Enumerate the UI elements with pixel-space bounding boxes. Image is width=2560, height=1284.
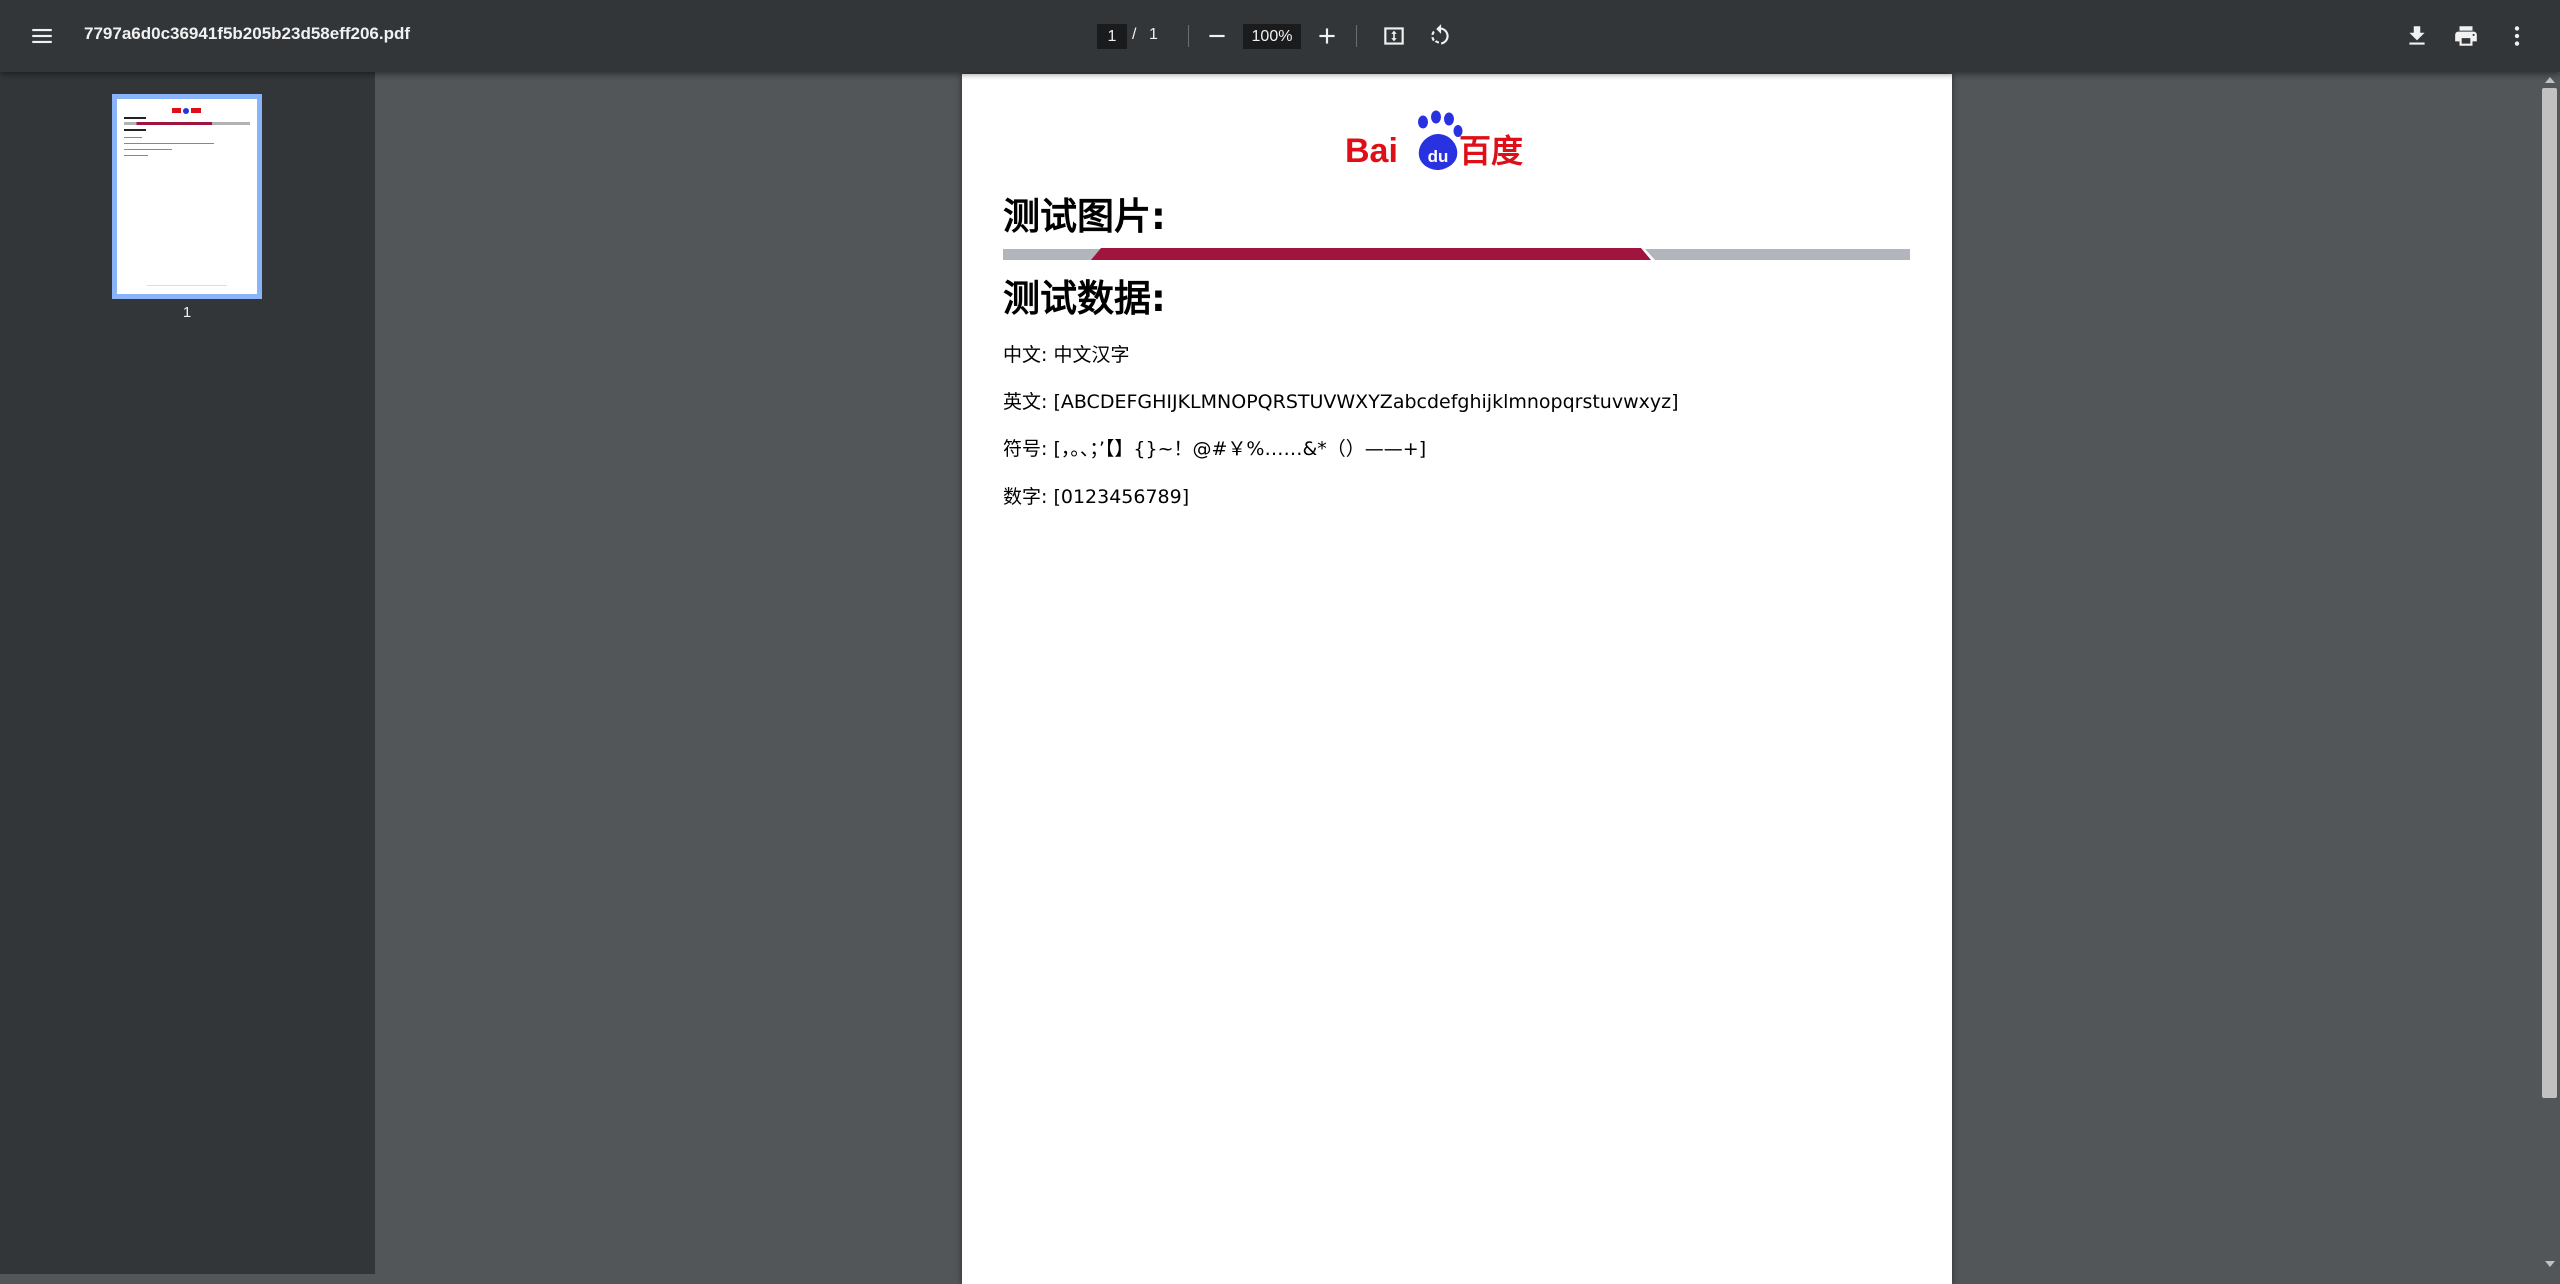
scroll-down-arrow-icon[interactable] bbox=[2544, 1258, 2556, 1270]
scrollbar-thumb[interactable] bbox=[2542, 88, 2557, 1098]
page-number-input[interactable] bbox=[1097, 24, 1127, 49]
plus-icon bbox=[1319, 28, 1335, 44]
text-line-english: 英文: [ABCDEFGHIJKLMNOPQRSTUVWXYZabcdefghi… bbox=[1003, 391, 1679, 413]
download-icon bbox=[2409, 26, 2425, 45]
more-vert-icon bbox=[2514, 26, 2520, 46]
thumbnail-text-line bbox=[124, 155, 148, 156]
more-actions-button[interactable] bbox=[2497, 16, 2537, 56]
logo-chinese-text: 百度 bbox=[1459, 132, 1523, 170]
print-button[interactable] bbox=[2446, 16, 2486, 56]
rotate-counterclockwise-icon bbox=[1431, 24, 1449, 45]
minus-icon bbox=[1209, 34, 1225, 38]
hamburger-menu-icon bbox=[32, 28, 52, 44]
thumbnail-sidebar: 1 bbox=[0, 72, 375, 1274]
thumbnail-divider bbox=[124, 122, 250, 125]
toolbar-divider bbox=[1188, 25, 1189, 47]
print-icon bbox=[2455, 26, 2477, 46]
thumbnail-heading-line bbox=[124, 129, 146, 131]
zoom-level-input[interactable] bbox=[1243, 24, 1301, 49]
menu-button[interactable] bbox=[22, 16, 62, 56]
rotate-button[interactable] bbox=[1420, 16, 1460, 56]
decorative-divider-bar bbox=[1003, 248, 1910, 260]
fit-page-icon bbox=[1384, 27, 1404, 45]
pdf-page: du Bai 百度 测试图片: 测试数据: 中文: 中文汉字 英文: [ABCD… bbox=[962, 74, 1952, 1284]
thumbnail-page-label: 1 bbox=[182, 304, 192, 321]
page-separator: / bbox=[1132, 26, 1137, 43]
scroll-up-arrow-icon[interactable] bbox=[2544, 74, 2556, 86]
pdf-toolbar: 7797a6d0c36941f5b205b23d58eff206.pdf / 1 bbox=[0, 0, 2560, 72]
zoom-in-button[interactable] bbox=[1307, 16, 1347, 56]
text-line-symbols: 符号: [，。、；’【】{}~！@#￥%……&*（）——+] bbox=[1003, 438, 1427, 460]
text-line-chinese: 中文: 中文汉字 bbox=[1003, 344, 1130, 366]
total-pages: 1 bbox=[1149, 26, 1158, 43]
document-viewer[interactable]: du Bai 百度 测试图片: 测试数据: 中文: 中文汉字 英文: [ABCD… bbox=[375, 72, 2560, 1284]
document-title: 7797a6d0c36941f5b205b23d58eff206.pdf bbox=[84, 24, 411, 43]
thumbnail-text-line bbox=[124, 143, 214, 144]
text-line-digits: 数字: [0123456789] bbox=[1003, 486, 1190, 508]
thumbnail-heading-line bbox=[124, 117, 146, 119]
download-button[interactable] bbox=[2397, 16, 2437, 56]
zoom-out-button[interactable] bbox=[1197, 16, 1237, 56]
fit-to-page-button[interactable] bbox=[1374, 16, 1414, 56]
page-thumbnail[interactable] bbox=[112, 94, 262, 299]
thumbnail-text-line bbox=[124, 149, 172, 150]
baidu-logo: du Bai 百度 bbox=[1345, 110, 1523, 170]
thumbnail-footer-line bbox=[147, 285, 227, 286]
thumbnail-logo-icon bbox=[172, 108, 201, 114]
vertical-scrollbar[interactable] bbox=[2540, 72, 2560, 1274]
heading-test-picture: 测试图片: bbox=[1003, 195, 1166, 238]
heading-test-data: 测试数据: bbox=[1003, 277, 1166, 320]
toolbar-divider bbox=[1356, 25, 1357, 47]
logo-du-text: du bbox=[1428, 147, 1449, 166]
logo-bai-text: Bai bbox=[1345, 132, 1398, 170]
thumbnail-text-line bbox=[124, 137, 142, 138]
